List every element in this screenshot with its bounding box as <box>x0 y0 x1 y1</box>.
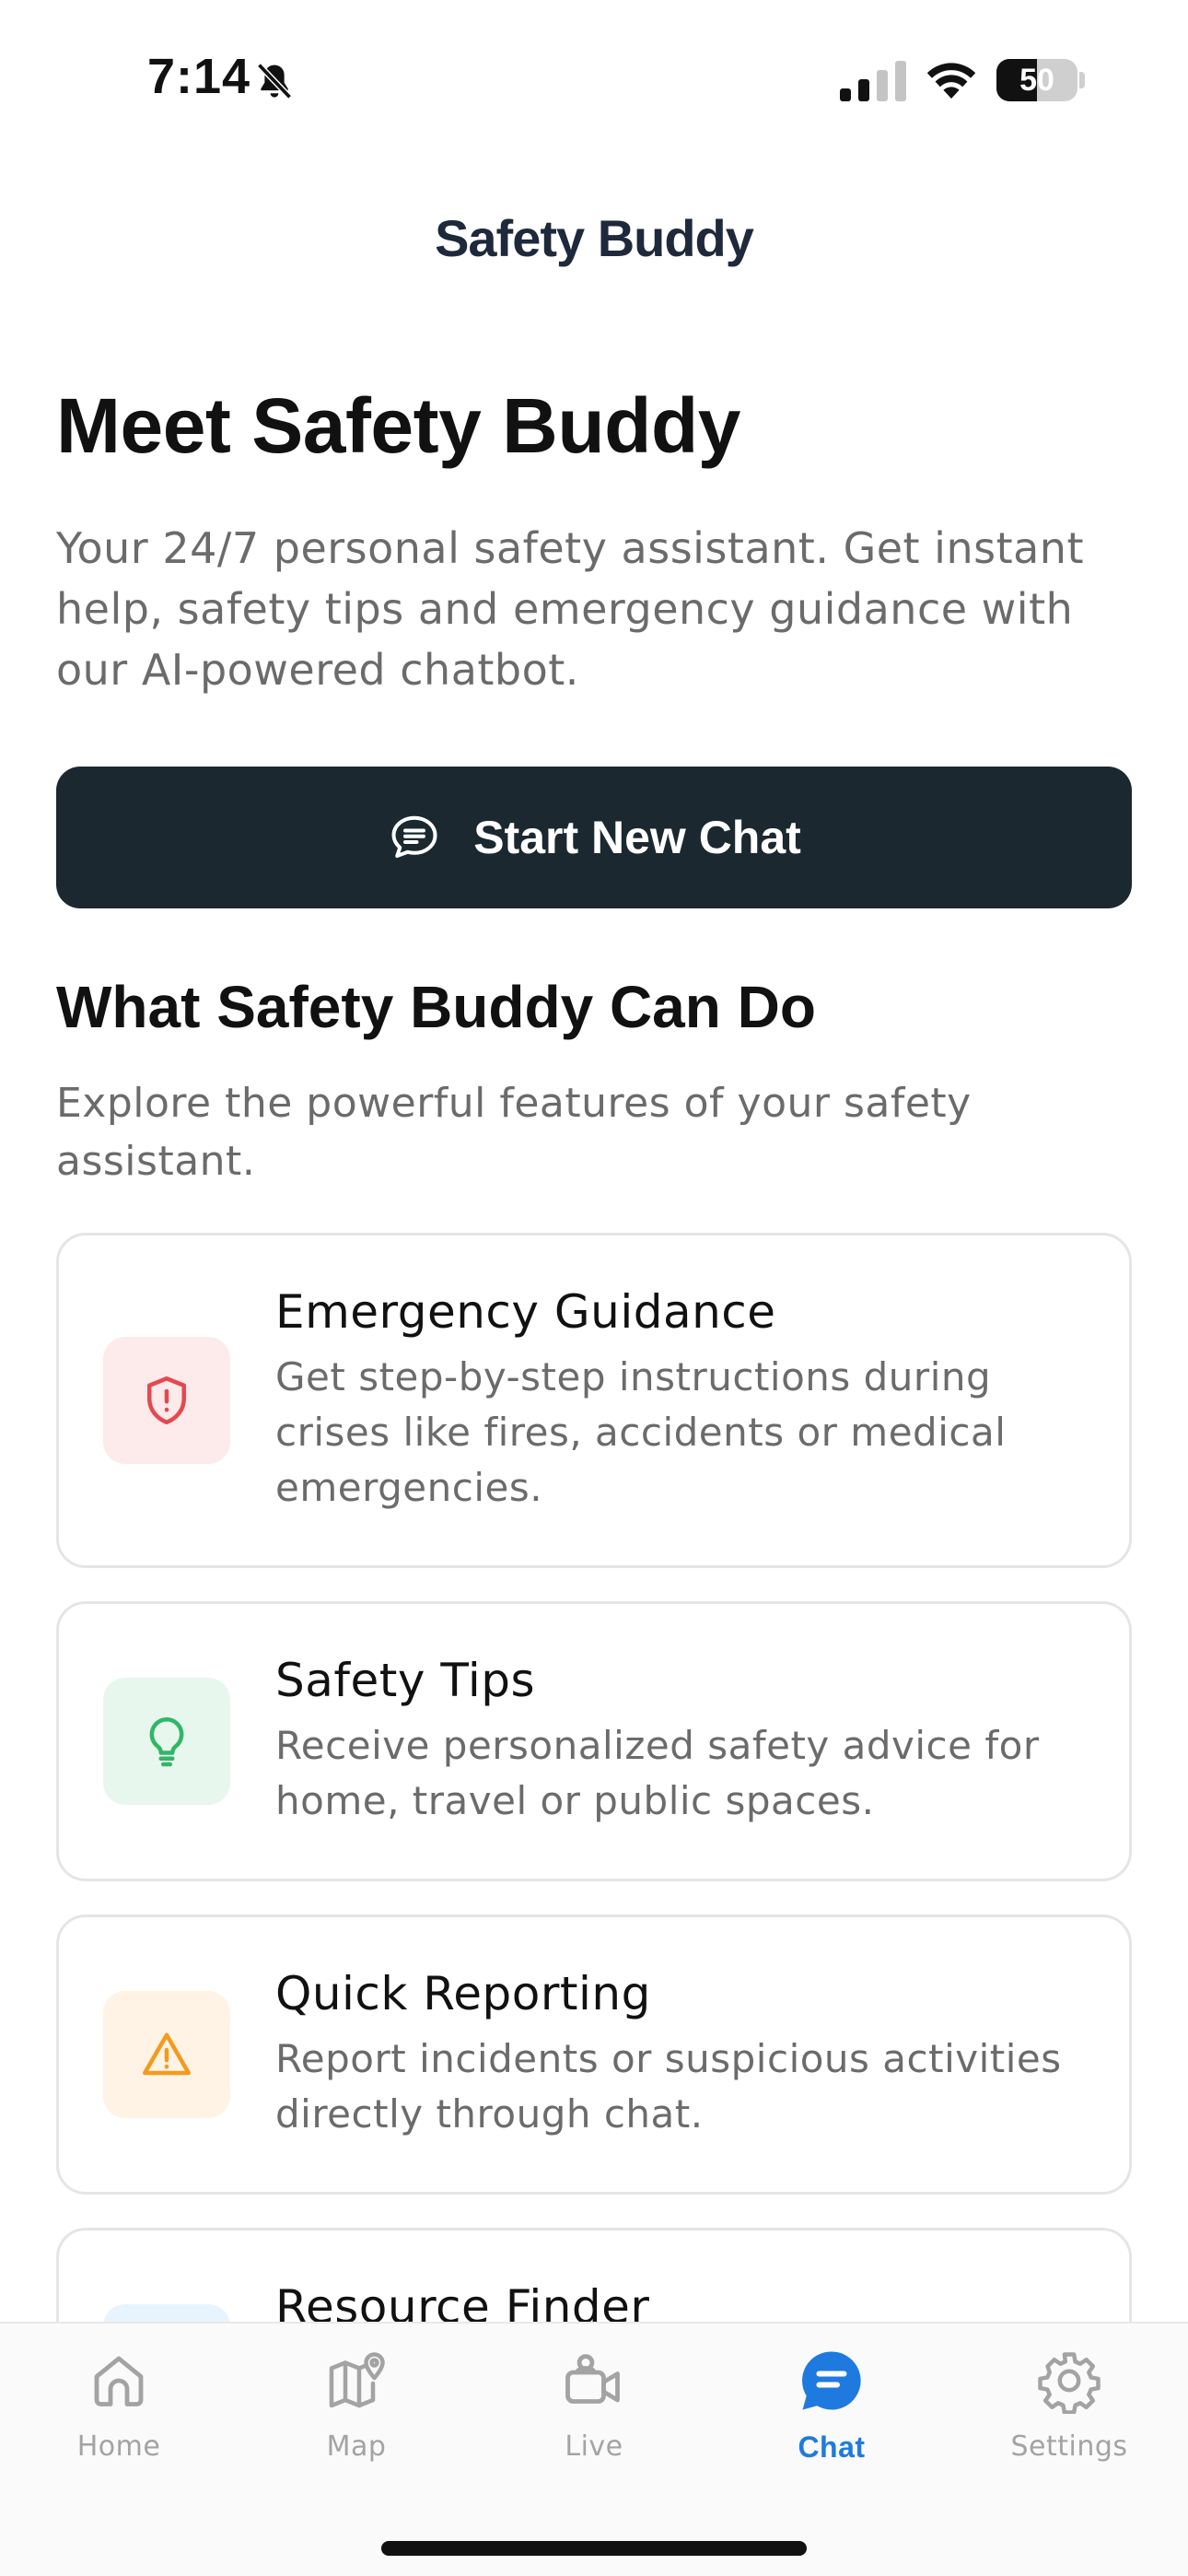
chat-icon <box>802 2351 861 2410</box>
hero-description: Your 24/7 personal safety assistant. Get… <box>56 523 1084 695</box>
start-new-chat-label: Start New Chat <box>473 812 801 863</box>
tab-chat[interactable]: Chat <box>713 2324 950 2517</box>
app-title: Safety Buddy <box>435 209 754 267</box>
card-title: Emergency Guidance <box>275 1285 776 1339</box>
card-title: Quick Reporting <box>275 1967 651 2020</box>
features-description: Explore the powerful features of your sa… <box>56 1080 972 1185</box>
scroll-content[interactable]: Safety Buddy Meet Safety Buddy Your 24/7… <box>0 0 1188 2322</box>
status-time: 7:14 <box>147 49 251 104</box>
features-title: What Safety Buddy Can Do <box>56 974 816 1040</box>
tab-settings[interactable]: Settings <box>950 2324 1188 2517</box>
card-title: Safety Tips <box>275 1654 536 1707</box>
card-title: Resource Finder <box>275 2280 650 2322</box>
cellular-signal-icon <box>840 61 906 101</box>
tab-label: Home <box>76 2430 161 2463</box>
status-bar: 7:14 50 <box>0 0 1188 138</box>
chat-bubble-icon <box>391 815 437 858</box>
tab-label: Map <box>326 2430 387 2463</box>
start-new-chat-content: Start New Chat <box>56 767 1132 908</box>
feature-card-resource-finder[interactable]: Resource Finder <box>56 2228 1132 2322</box>
card-description: Report incidents or suspicious activitie… <box>275 2036 1062 2137</box>
tab-label: Chat <box>798 2430 866 2464</box>
video-camera-icon <box>565 2354 620 2404</box>
bell-slash-icon <box>257 63 292 100</box>
map-icon <box>329 2352 385 2408</box>
shield-alert-icon <box>147 1376 186 1424</box>
feature-card-quick-reporting[interactable]: Quick Reporting Report incidents or susp… <box>56 1914 1132 2195</box>
tab-label: Live <box>565 2430 623 2463</box>
lightbulb-icon <box>149 1717 184 1767</box>
battery-cap <box>1079 72 1085 88</box>
start-new-chat-button[interactable]: Start New Chat <box>56 767 1132 908</box>
tab-label: Settings <box>1010 2430 1128 2463</box>
tab-home[interactable]: Home <box>0 2324 238 2517</box>
quick-reporting-icon-box <box>103 1991 230 2118</box>
hero-title: Meet Safety Buddy <box>56 382 741 469</box>
wifi-icon <box>926 63 976 99</box>
safety-tips-icon-box <box>103 1678 230 1805</box>
battery-level: 50 <box>1019 63 1054 98</box>
resource-finder-icon-box <box>103 2304 230 2322</box>
card-description: Get step-by-step instructions during cri… <box>275 1354 1007 1510</box>
home-indicator <box>381 2541 807 2556</box>
battery-indicator: 50 <box>996 59 1085 101</box>
feature-card-emergency-guidance[interactable]: Emergency Guidance Get step-by-step inst… <box>56 1233 1132 1568</box>
feature-card-safety-tips[interactable]: Safety Tips Receive personalized safety … <box>56 1601 1132 1881</box>
screen: Safety Buddy Meet Safety Buddy Your 24/7… <box>0 0 1188 2576</box>
home-icon <box>94 2356 144 2406</box>
tab-live[interactable]: Live <box>475 2324 713 2517</box>
tab-map[interactable]: Map <box>238 2324 475 2517</box>
warning-triangle-icon <box>143 2032 191 2076</box>
bottom-tab-bar: Home Map Live Chat Settings <box>0 2322 1188 2576</box>
battery-body: 50 <box>996 59 1077 101</box>
emergency-icon-box <box>103 1337 230 1464</box>
card-description: Receive personalized safety advice for h… <box>275 1723 1040 1823</box>
gear-icon <box>1038 2352 1101 2414</box>
